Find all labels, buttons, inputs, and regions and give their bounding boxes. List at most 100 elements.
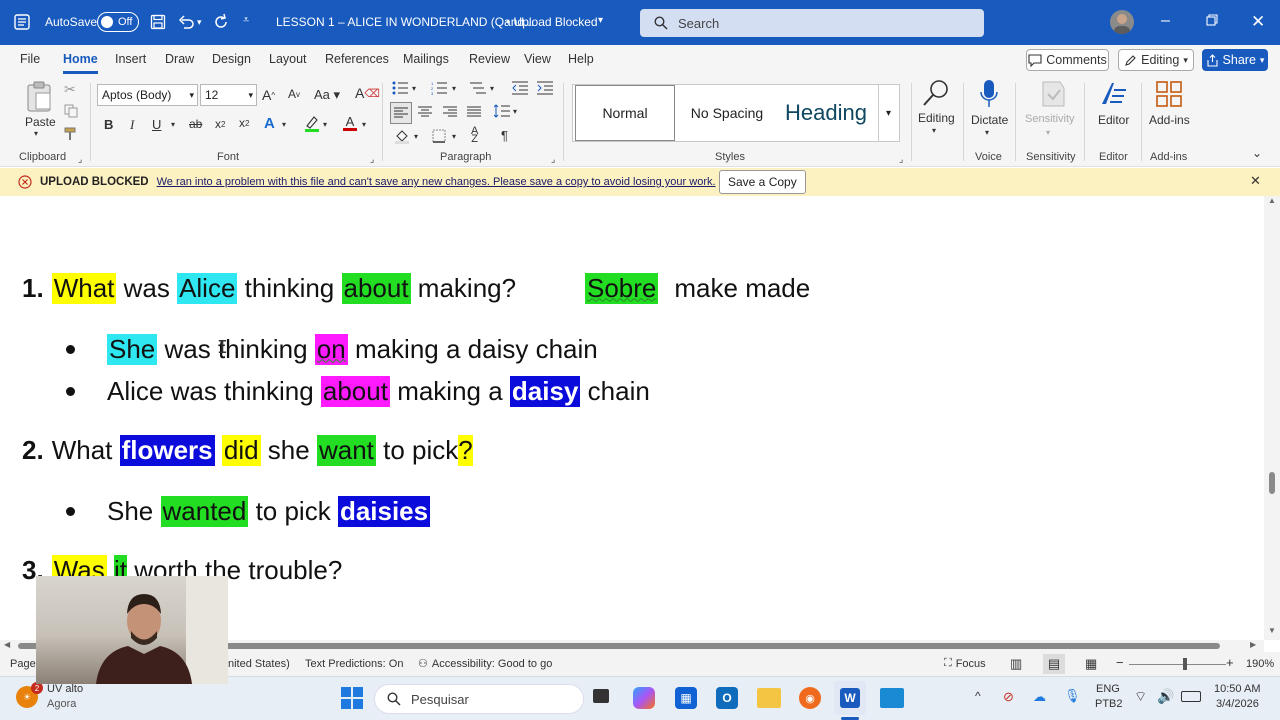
subscript-icon[interactable]: x2 xyxy=(215,117,225,131)
scroll-left-icon[interactable]: ◀ xyxy=(4,640,10,649)
zoom-level[interactable]: 190% xyxy=(1246,658,1274,670)
dictate-dropdown-icon[interactable]: ▾ xyxy=(985,128,989,137)
dictate-button[interactable]: Dictate xyxy=(971,113,1008,127)
outlook-icon[interactable]: O xyxy=(716,687,738,709)
tab-mailings[interactable]: Mailings xyxy=(403,52,449,66)
banner-close-icon[interactable]: ✕ xyxy=(1250,173,1261,189)
clock-date[interactable]: 3/4/2026 xyxy=(1216,698,1259,710)
tab-draw[interactable]: Draw xyxy=(165,52,194,66)
style-heading[interactable]: Heading xyxy=(778,85,874,141)
font-color-icon[interactable]: A xyxy=(343,115,357,131)
save-a-copy-button[interactable]: Save a Copy xyxy=(719,170,806,194)
justify-icon[interactable] xyxy=(467,106,481,118)
borders-icon[interactable] xyxy=(432,129,446,143)
copilot-icon[interactable] xyxy=(633,687,655,709)
zoom-in-icon[interactable]: + xyxy=(1226,655,1234,670)
collapse-ribbon-icon[interactable]: ⌄ xyxy=(1252,146,1262,160)
italic-icon[interactable]: I xyxy=(130,117,134,133)
editor-button[interactable]: Editor xyxy=(1098,113,1129,127)
highlight-color-icon[interactable] xyxy=(304,115,320,133)
bullets-icon[interactable] xyxy=(392,81,408,95)
copy-icon[interactable] xyxy=(64,104,78,118)
clear-formatting-icon[interactable]: A ⌫ xyxy=(355,85,380,101)
show-marks-icon[interactable]: ¶ xyxy=(501,128,508,143)
line-spacing-dropdown-icon[interactable]: ▾ xyxy=(513,107,517,116)
customize-qat-icon[interactable]: ⩡ xyxy=(243,14,249,27)
browser-icon[interactable]: ◉ xyxy=(799,687,821,709)
paste-label[interactable]: Paste xyxy=(25,115,56,129)
store-icon[interactable]: ▦ xyxy=(675,687,697,709)
search-box[interactable]: Search xyxy=(640,9,984,37)
task-view-icon[interactable] xyxy=(593,689,609,703)
document-title[interactable]: LESSON 1 – ALICE IN WONDERLAND (Qand... xyxy=(276,15,534,29)
title-chevron-down-icon[interactable]: ▾ xyxy=(598,15,603,26)
onedrive-icon[interactable]: ☁ xyxy=(1033,689,1046,705)
text-predictions-status[interactable]: Text Predictions: On xyxy=(305,658,403,670)
borders-dropdown-icon[interactable]: ▾ xyxy=(452,132,456,141)
numbering-dropdown-icon[interactable]: ▾ xyxy=(452,84,456,93)
tab-layout[interactable]: Layout xyxy=(269,52,307,66)
sensitivity-dropdown-icon[interactable]: ▾ xyxy=(1046,128,1050,137)
redo-icon[interactable] xyxy=(212,13,230,31)
font-color-dropdown-icon[interactable]: ▾ xyxy=(362,120,366,129)
volume-icon[interactable]: 🔊 xyxy=(1157,688,1174,705)
microphone-tray-icon[interactable]: 🎙 xyxy=(1064,688,1081,704)
superscript-icon[interactable]: x2 xyxy=(239,116,249,130)
font-size-combo[interactable]: 12 ▾ xyxy=(200,84,257,106)
style-no-spacing[interactable]: No Spacing xyxy=(677,85,777,141)
highlight-dropdown-icon[interactable]: ▾ xyxy=(323,120,327,129)
undo-dropdown-icon[interactable]: ▾ xyxy=(197,17,202,28)
page-indicator[interactable]: Page xyxy=(10,658,36,670)
editing-mode-button[interactable]: Editing ▾ xyxy=(1118,49,1194,71)
minimize-icon[interactable]: – xyxy=(1161,12,1170,30)
word-taskbar-button[interactable]: W xyxy=(834,681,866,715)
microphone-icon[interactable] xyxy=(980,79,998,109)
align-center-icon[interactable] xyxy=(418,106,432,118)
addins-icon[interactable] xyxy=(1155,80,1183,108)
close-icon[interactable]: ✕ xyxy=(1251,12,1265,32)
upload-status[interactable]: • Upload Blocked xyxy=(506,15,598,29)
weather-title[interactable]: UV alto xyxy=(47,683,83,695)
sort-icon[interactable]: AZ xyxy=(471,126,478,145)
share-button[interactable]: Share ▾ xyxy=(1202,49,1268,71)
tray-chevron-icon[interactable]: ^ xyxy=(975,689,981,703)
paragraph-launcher-icon[interactable]: ⌟ xyxy=(551,154,555,165)
word-app-icon[interactable] xyxy=(14,14,30,30)
zoom-slider-track[interactable] xyxy=(1129,664,1226,665)
tab-insert[interactable]: Insert xyxy=(115,52,146,66)
user-avatar[interactable] xyxy=(1110,10,1134,34)
clock-time[interactable]: 10:50 AM xyxy=(1214,683,1260,695)
editor-icon[interactable] xyxy=(1098,80,1128,108)
tab-references[interactable]: References xyxy=(325,52,389,66)
undo-icon[interactable] xyxy=(177,13,195,31)
multilevel-dropdown-icon[interactable]: ▾ xyxy=(490,84,494,93)
underline-icon[interactable]: U xyxy=(152,117,161,132)
tab-home[interactable]: Home xyxy=(63,52,98,66)
font-launcher-icon[interactable]: ⌟ xyxy=(370,154,374,165)
print-layout-icon[interactable]: ▤ xyxy=(1043,654,1065,674)
remote-desktop-icon[interactable] xyxy=(880,688,904,708)
line-spacing-icon[interactable] xyxy=(494,104,510,118)
style-normal[interactable]: Normal xyxy=(575,85,675,141)
clipboard-launcher-icon[interactable]: ⌟ xyxy=(78,154,82,165)
accessibility-status[interactable]: ⚇ Accessibility: Good to go xyxy=(418,657,552,671)
restore-icon[interactable] xyxy=(1206,14,1218,26)
start-icon[interactable] xyxy=(341,687,363,709)
tab-file[interactable]: File xyxy=(20,52,40,66)
tab-design[interactable]: Design xyxy=(212,52,251,66)
paste-icon[interactable] xyxy=(24,81,54,113)
zoom-out-icon[interactable]: − xyxy=(1116,655,1124,670)
tab-review[interactable]: Review xyxy=(469,52,510,66)
increase-indent-icon[interactable] xyxy=(537,81,553,95)
save-icon[interactable] xyxy=(150,14,166,30)
grow-font-icon[interactable]: A ^ xyxy=(262,87,275,103)
autosave-toggle[interactable]: Off xyxy=(97,12,139,32)
input-language-primary[interactable]: ENG xyxy=(1096,683,1120,695)
scroll-up-icon[interactable]: ▲ xyxy=(1268,196,1276,205)
multilevel-list-icon[interactable] xyxy=(470,81,486,95)
scroll-right-icon[interactable]: ▶ xyxy=(1250,640,1256,649)
align-right-icon[interactable] xyxy=(443,106,457,118)
scroll-down-icon[interactable]: ▼ xyxy=(1268,626,1276,635)
underline-dropdown-icon[interactable]: ▾ xyxy=(171,120,175,129)
tab-view[interactable]: View xyxy=(524,52,551,66)
